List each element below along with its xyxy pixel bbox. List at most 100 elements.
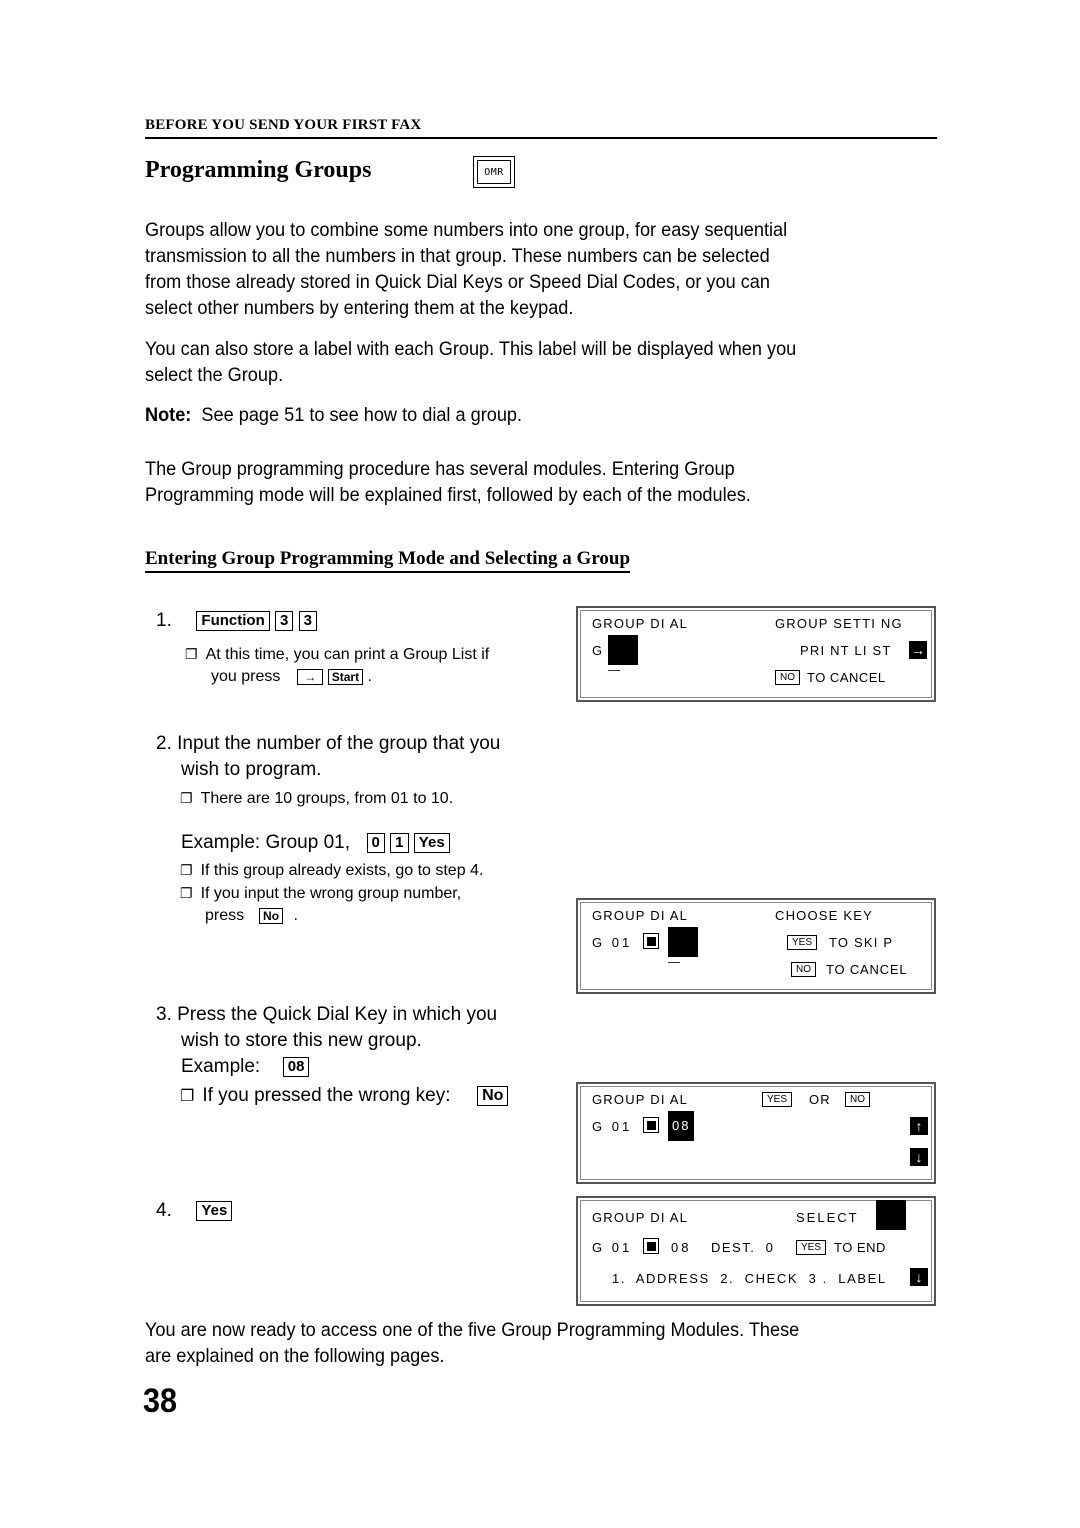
note-text: At this time, you can print a Group List…	[205, 646, 490, 663]
group-separator-icon	[643, 933, 659, 949]
note-label: Note:	[145, 404, 192, 426]
yes-key[interactable]: Yes	[413, 832, 450, 853]
yes-key-label: YES	[762, 1092, 793, 1107]
start-key[interactable]: Start	[327, 668, 364, 685]
step-2-note: ❐ There are 10 groups, from 01 to 10.	[180, 787, 453, 810]
step-number: 1.	[156, 610, 172, 631]
cancel-text: TO CANCEL	[826, 962, 908, 977]
step-3: 3. Press the Quick Dial Key in which you…	[156, 1002, 497, 1080]
note-text: If you input the wrong group number,	[200, 885, 462, 902]
key-1[interactable]: 1	[390, 832, 409, 853]
key-3[interactable]: 3	[298, 610, 317, 631]
group-separator-icon	[643, 1238, 659, 1254]
omr-icon: OMR	[477, 160, 511, 184]
text-line: are explained on the following pages.	[145, 1345, 445, 1367]
step-text: 2. Input the number of the group that yo…	[156, 733, 501, 754]
note-text: If this group already exists, go to step…	[200, 862, 484, 879]
cursor-underline	[668, 962, 680, 963]
text-line: select the Group.	[145, 364, 284, 386]
yes-key-label: YES	[796, 1240, 827, 1255]
note-line: Note: See page 51 to see how to dial a g…	[145, 402, 880, 428]
step-3-note: ❐ If you pressed the wrong key: No	[180, 1083, 509, 1110]
lcd-display-1: GROUP DI AL GROUP SETTI NG G PRI NT LI S…	[576, 606, 936, 702]
lcd-display-2: GROUP DI AL CHOOSE KEY G 01 YES TO SKI P…	[576, 898, 936, 994]
no-key-label: NO	[775, 670, 800, 685]
intro-paragraph-2: You can also store a label with each Gro…	[145, 336, 880, 388]
note-text: press	[205, 907, 245, 924]
section-header: BEFORE YOU SEND YOUR FIRST FAX	[145, 117, 422, 133]
lcd-g-label: G 01	[592, 1119, 633, 1134]
bullet-icon: ❐	[180, 862, 193, 878]
step-text: wish to store this new group.	[181, 1030, 422, 1051]
step-text: wish to program.	[181, 759, 322, 780]
lcd-g-label: G 01	[592, 935, 633, 950]
closing-paragraph: You are now ready to access one of the f…	[145, 1317, 880, 1369]
step-4: 4. Yes	[156, 1198, 233, 1224]
bullet-icon: ❐	[185, 646, 198, 662]
module-menu: 1. ADDRESS 2. CHECK 3 . LABEL	[612, 1271, 887, 1286]
example-text: Example: Group 01,	[181, 832, 350, 853]
text-line: You can also store a label with each Gro…	[145, 338, 797, 360]
print-list-text: PRI NT LI ST	[800, 643, 892, 658]
step-1-note: ❐ At this time, you can print a Group Lis…	[185, 643, 489, 688]
text-line: Programming mode will be explained first…	[145, 484, 751, 506]
note-text: There are 10 groups, from 01 to 10.	[200, 790, 454, 807]
period: .	[367, 668, 372, 685]
cursor-underline	[608, 670, 620, 671]
lcd-title-left: GROUP DI AL	[592, 1092, 689, 1107]
right-arrow-icon: →	[909, 641, 927, 659]
step-2-notes: ❐ If this group already exists, go to ste…	[180, 859, 483, 927]
key-value: 08	[671, 1240, 692, 1255]
step-2: 2. Input the number of the group that yo…	[156, 731, 500, 783]
dest-count: DEST. 0	[711, 1240, 775, 1255]
period: .	[293, 907, 298, 924]
no-key[interactable]: No	[259, 907, 284, 924]
page-title: Programming Groups	[145, 157, 372, 183]
text-line: The Group programming procedure has seve…	[145, 458, 735, 480]
text-line: Groups allow you to combine some numbers…	[145, 219, 788, 241]
cursor-block	[876, 1200, 906, 1230]
text-line: select other numbers by entering them at…	[145, 297, 574, 319]
lcd-display-4: GROUP DI AL SELECT G 01 08 DEST. 0 YES T…	[576, 1196, 936, 1306]
down-arrow-icon: ↓	[910, 1148, 928, 1166]
lcd-title-right: CHOOSE KEY	[775, 908, 873, 923]
lcd-title-left: GROUP DI AL	[592, 616, 689, 631]
note-text: If you pressed the wrong key:	[202, 1085, 451, 1106]
or-text: OR	[809, 1092, 831, 1107]
no-key[interactable]: No	[477, 1085, 509, 1106]
down-arrow-icon: ↓	[910, 1268, 928, 1286]
quick-dial-key-08[interactable]: 08	[282, 1056, 310, 1077]
function-key[interactable]: Function	[196, 610, 270, 631]
lcd-g-label: G 01	[592, 1240, 633, 1255]
key-0[interactable]: 0	[366, 832, 385, 853]
header-rule	[145, 137, 937, 139]
no-key-label: NO	[791, 962, 816, 977]
select-text: SELECT	[796, 1210, 859, 1225]
example-text: Example:	[181, 1056, 261, 1077]
intro-paragraph-3: The Group programming procedure has seve…	[145, 456, 880, 508]
no-key-label: NO	[845, 1092, 870, 1107]
text-line: from those already stored in Quick Dial …	[145, 271, 770, 293]
yes-key-label: YES	[787, 935, 818, 950]
page-number: 38	[143, 1382, 178, 1420]
lcd-title-left: GROUP DI AL	[592, 908, 689, 923]
omr-badge: OMR	[473, 156, 515, 188]
key-3[interactable]: 3	[275, 610, 294, 631]
lcd-display-3: GROUP DI AL YES OR NO G 01 08 ↑ ↓	[576, 1082, 936, 1184]
step-1: 1. Function 3 3	[156, 608, 317, 634]
intro-paragraph-1: Groups allow you to combine some numbers…	[145, 217, 880, 321]
lcd-g-label: G	[592, 643, 604, 658]
cancel-text: TO CANCEL	[807, 670, 886, 685]
lcd-title-left: GROUP DI AL	[592, 1210, 689, 1225]
yes-key[interactable]: Yes	[196, 1200, 233, 1221]
text-line: transmission to all the numbers in that …	[145, 245, 770, 267]
cursor-block	[668, 927, 698, 957]
right-arrow-key[interactable]: →	[297, 668, 324, 685]
selected-key-value: 08	[668, 1111, 695, 1141]
bullet-icon: ❐	[180, 1088, 195, 1105]
bullet-icon: ❐	[180, 790, 193, 806]
group-separator-icon	[643, 1117, 659, 1133]
end-text: TO END	[834, 1240, 886, 1255]
step-2-example: Example: Group 01, 0 1 Yes	[181, 830, 450, 856]
up-arrow-icon: ↑	[910, 1117, 928, 1135]
